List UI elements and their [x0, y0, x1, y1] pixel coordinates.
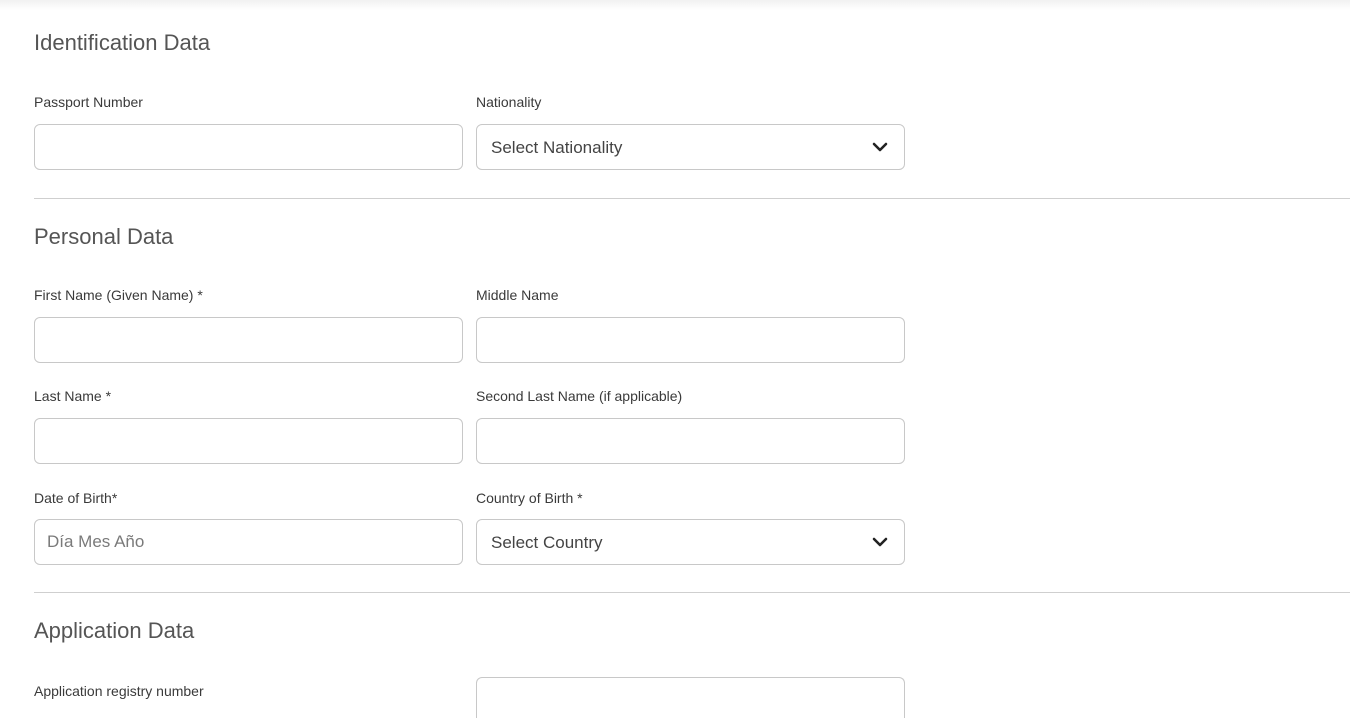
nationality-label: Nationality — [476, 94, 542, 110]
last-name-input[interactable] — [34, 418, 463, 464]
last-name-label: Last Name * — [34, 388, 112, 404]
chevron-down-icon — [872, 537, 888, 547]
date-of-birth-input[interactable] — [34, 519, 463, 565]
application-registry-number-input[interactable] — [476, 677, 905, 718]
application-registry-number-label: Application registry number — [34, 683, 204, 699]
middle-name-input[interactable] — [476, 317, 905, 363]
country-of-birth-label: Country of Birth * — [476, 490, 583, 506]
country-of-birth-selected-value: Select Country — [491, 533, 603, 552]
first-name-label: First Name (Given Name) * — [34, 287, 203, 303]
country-of-birth-select[interactable]: Select Country — [476, 519, 905, 565]
passport-number-label: Passport Number — [34, 94, 143, 110]
second-last-name-input[interactable] — [476, 418, 905, 464]
passport-number-input[interactable] — [34, 124, 463, 170]
section-title-application: Application Data — [34, 618, 195, 643]
nationality-select[interactable]: Select Nationality — [476, 124, 905, 170]
first-name-input[interactable] — [34, 317, 463, 363]
date-of-birth-label: Date of Birth* — [34, 490, 118, 506]
chevron-down-icon — [872, 142, 888, 152]
top-shadow — [0, 0, 1350, 10]
section-title-personal: Personal Data — [34, 224, 174, 249]
section-divider — [34, 198, 1350, 199]
second-last-name-label: Second Last Name (if applicable) — [476, 388, 683, 404]
nationality-selected-value: Select Nationality — [491, 138, 623, 157]
middle-name-label: Middle Name — [476, 287, 559, 303]
section-title-identification: Identification Data — [34, 30, 211, 55]
section-divider — [34, 592, 1350, 593]
